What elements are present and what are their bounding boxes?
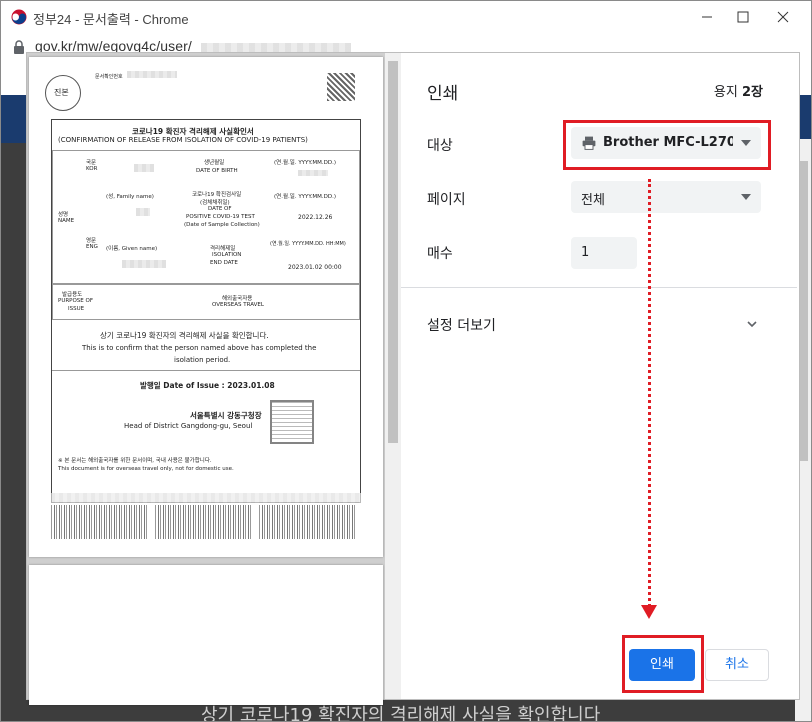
- release-en2: END DATE: [210, 260, 238, 266]
- release-date: 2023.01.02 00:00: [288, 264, 342, 271]
- test-en3: (Date of Sample Collection): [184, 222, 260, 228]
- cert-title-en: (CONFIRMATION OF RELEASE FROM ISOLATION …: [58, 136, 308, 144]
- annotation-arrow-head: [641, 605, 657, 619]
- sheet-count: 용지 2장: [714, 81, 763, 100]
- annotation-arrow: [648, 179, 651, 607]
- authentic-seal: 진본: [45, 75, 81, 111]
- sheet-count-prefix: 용지: [713, 85, 742, 100]
- note-ko: ※ 본 문서는 해외출국자를 위한 문서이며, 국내 사용은 불가합니다.: [58, 458, 212, 464]
- divider-line: [52, 370, 360, 371]
- test-en2: POSITIVE COVID-19 TEST: [186, 214, 255, 220]
- purpose-en1: PURPOSE OF: [58, 298, 94, 304]
- test-format: (연.월.일. YYYY.MM.DD.): [274, 194, 336, 200]
- pages-value: 전체: [581, 193, 605, 208]
- dialog-heading: 인쇄: [427, 84, 459, 104]
- lock-icon: [14, 40, 24, 54]
- issuer-en: Head of District Gangdong-gu, Seoul: [124, 422, 253, 430]
- purpose-ko: 발급용도: [62, 292, 83, 298]
- kor-name-redacted: [134, 164, 154, 172]
- kor-label: 국문 KOR: [86, 160, 98, 172]
- maximize-icon[interactable]: [733, 7, 753, 27]
- url-text[interactable]: gov.kr/mw/egovg4c/user/: [35, 38, 192, 54]
- dob-ko: 생년월일: [204, 160, 225, 166]
- cancel-button[interactable]: 취소: [705, 649, 769, 681]
- footer-fineprint: [51, 493, 361, 503]
- barcode-2: [155, 505, 253, 539]
- purpose-row: [52, 284, 360, 320]
- chrome-window: 정부24 - 문서출력 - Chrome gov.kr/mw/egovg4c/u…: [0, 0, 812, 722]
- chevron-down-icon[interactable]: [747, 319, 757, 329]
- purpose-en2: ISSUE: [68, 306, 85, 312]
- dob-format: (연.월.일. YYYY.MM.DD.): [274, 160, 336, 166]
- page-scrollbar-thumb[interactable]: [798, 161, 808, 461]
- given-name-redacted: [122, 260, 166, 268]
- release-format: (연.월.일. YYYY.MM.DD. HH:MM): [270, 241, 346, 247]
- confirm-en1: This is to confirm that the person named…: [82, 344, 317, 352]
- given-name-label: (이름, Given name): [106, 246, 158, 252]
- confirm-en2: isolation period.: [174, 356, 231, 364]
- destination-label: 대상: [427, 138, 453, 154]
- preview-page-2: [29, 565, 383, 705]
- doc-number-redacted: [127, 71, 177, 78]
- family-name-label: (성, Family name): [106, 194, 154, 200]
- chevron-down-icon: [741, 194, 751, 200]
- test-date: 2022.12.26: [298, 214, 333, 221]
- release-ko: 격리해제일: [210, 246, 236, 252]
- official-stamp: [270, 400, 314, 444]
- close-icon[interactable]: [773, 7, 793, 27]
- url-redacted: [201, 43, 351, 53]
- release-en1: ISOLATION: [212, 252, 242, 258]
- test-en1: DATE OF: [208, 206, 232, 212]
- preview-page-1: 진본 문서확인번호 코로나19 확진자 격리해제 사실확인서 (CONFIRMA…: [29, 57, 383, 557]
- test-ko: 코로나19 확진검사일: [192, 192, 242, 198]
- purpose-value-en: OVERSEAS TRAVEL: [212, 302, 264, 308]
- purpose-value-ko: 해외출국자용: [222, 296, 253, 302]
- minimize-icon[interactable]: [697, 7, 717, 27]
- annotation-box-print: [622, 635, 704, 693]
- copies-value: 1: [581, 245, 590, 260]
- sheet-count-value: 2장: [741, 85, 763, 100]
- test-ko2: (검체채취일): [200, 200, 230, 206]
- dob-en: DATE OF BIRTH: [196, 168, 238, 174]
- dob-redacted: [298, 170, 328, 176]
- note-en: This document is for overseas travel onl…: [58, 466, 234, 472]
- issue-date: 발행일 Date of Issue : 2023.01.08: [140, 381, 275, 390]
- more-settings-toggle[interactable]: 설정 더보기: [427, 315, 496, 335]
- eng-label: 영문 ENG: [86, 238, 98, 250]
- preview-scrollbar-thumb[interactable]: [388, 61, 398, 443]
- window-title: 정부24 - 문서출력 - Chrome: [33, 12, 189, 27]
- barcode-3: [259, 505, 357, 539]
- name-label: 성명 NAME: [58, 212, 75, 224]
- gov24-logo-icon: [11, 9, 27, 25]
- seal-text: 진본: [54, 88, 69, 97]
- qr-code-icon: [327, 73, 355, 101]
- copies-input[interactable]: 1: [571, 237, 637, 269]
- copies-label: 매수: [427, 246, 453, 262]
- barcode-1: [51, 505, 149, 539]
- pages-select[interactable]: 전체: [571, 181, 761, 213]
- issuer-ko: 서울특별시 강동구청장: [190, 411, 262, 420]
- print-preview[interactable]: 진본 문서확인번호 코로나19 확진자 격리해제 사실확인서 (CONFIRMA…: [27, 53, 401, 705]
- family-name-redacted: [136, 208, 150, 216]
- pages-label: 페이지: [427, 192, 466, 208]
- certificate-table: 코로나19 확진자 격리해제 사실확인서 (CONFIRMATION OF RE…: [51, 119, 361, 503]
- doc-number-label: 문서확인번호: [95, 74, 123, 80]
- annotation-box-destination: [563, 120, 771, 170]
- confirm-ko: 상기 코로나19 확진자의 격리해제 사실을 확인합니다.: [100, 331, 269, 340]
- title-bar: 정부24 - 문서출력 - Chrome: [1, 1, 811, 33]
- settings-divider: [401, 287, 797, 288]
